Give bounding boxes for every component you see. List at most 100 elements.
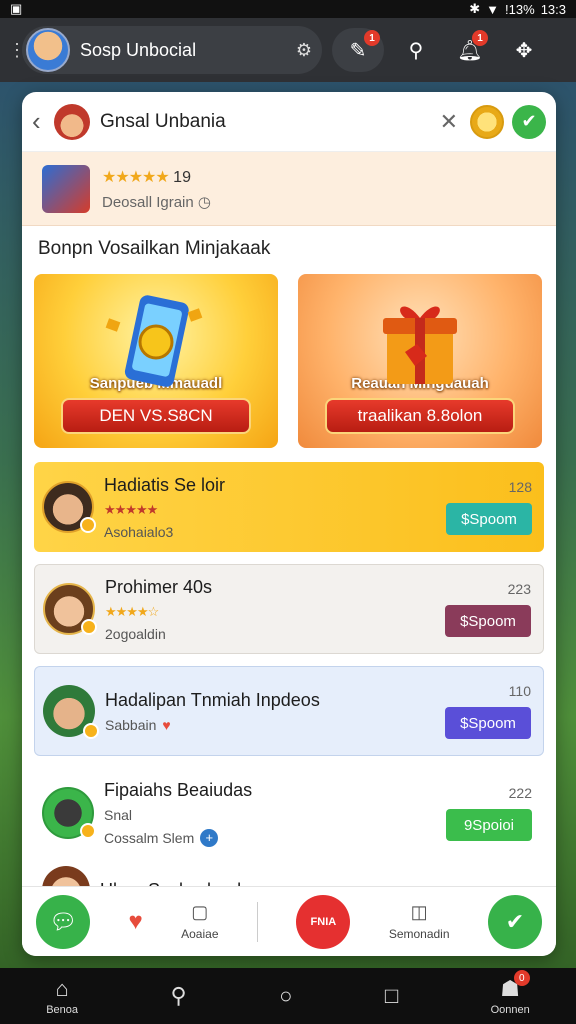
app-title: Sosp Unbocial: [80, 39, 197, 60]
clock-icon: ◷: [197, 193, 211, 211]
header-avatar: [54, 103, 90, 140]
offer-title: Hadiatis Se loir: [104, 474, 226, 495]
avatar: [43, 685, 99, 739]
chat-fab[interactable]: 💬︎: [36, 894, 90, 949]
offer-subtitle: Asohaialo3: [104, 524, 446, 540]
profile-label: Oonnen: [490, 1004, 530, 1016]
stars-icon: ★★★★★: [102, 168, 170, 186]
promo-cards: Sanpueb Mmauadl DEN VS.S8CN Reauah Mingu…: [22, 274, 556, 448]
offer-extra-text: Cossalm Slem: [104, 829, 195, 846]
game-thumbnail: [42, 164, 90, 213]
confirm-icon[interactable]: ✔: [512, 104, 546, 139]
right-action[interactable]: ◫ Semonadin: [389, 902, 450, 941]
settings-icon[interactable]: ⚙: [296, 40, 312, 61]
offer-subtitle: 2ogoaldin: [105, 626, 445, 642]
section-title: Bonpn Vosailkan Minjakaak: [38, 238, 271, 259]
badge-fab[interactable]: FNIA: [296, 894, 351, 949]
offer-number: 110: [508, 683, 531, 699]
offer-subtitle: Snal: [104, 806, 133, 823]
game-rating: ★★★★★ 19: [102, 167, 211, 187]
nav-search[interactable]: ⚲: [170, 983, 186, 1009]
offer-subtitle: Sabbain ♥: [105, 717, 445, 733]
more-button[interactable]: ✥: [502, 28, 546, 72]
offer-title: Prohimer 40s: [105, 576, 213, 597]
coin-icon: [80, 517, 96, 533]
coin-icon: [81, 619, 97, 635]
home-label: Benoa: [46, 1004, 79, 1016]
promo-button[interactable]: DEN VS.S8CN: [61, 398, 251, 434]
offer-button[interactable]: $Spoom: [445, 707, 531, 739]
search-button[interactable]: ⚲: [394, 28, 438, 72]
action-bar: 💬︎ ♥ ▢ Aoaiae FNIA ◫ Semonadin ✔: [22, 886, 556, 956]
offer-subtitle-text: 2ogoaldin: [105, 625, 166, 642]
avatar: [43, 583, 97, 635]
offer-sheet: ‹ Gnsal Unbania ✕ ✔ ★★★★★ 19 Deosall Igr…: [22, 92, 556, 956]
nav-profile[interactable]: ☗ 0 Oonnen: [490, 970, 530, 1016]
offer-title: Fipaiahs Beaiudas: [104, 779, 253, 800]
offer-button[interactable]: $Spoom: [446, 503, 532, 535]
heart-icon: ♥: [162, 716, 171, 733]
battery-text: !13%: [505, 1, 535, 17]
coin-icon[interactable]: [470, 104, 504, 139]
right-action-label: Semonadin: [388, 927, 450, 941]
home-circle-icon: ○: [279, 983, 293, 1008]
recents-icon: □: [384, 983, 399, 1008]
bell-badge: 1: [472, 30, 488, 46]
chat-button[interactable]: ✎ 1: [332, 28, 384, 72]
sheet-header: ‹ Gnsal Unbania ✕ ✔: [22, 92, 556, 152]
stars-icon: ★★★★★: [104, 501, 158, 517]
game-subtitle-text: Deosall Igrain: [102, 193, 194, 211]
rating-value: 19: [173, 168, 191, 186]
avatar[interactable]: [26, 28, 70, 72]
coin-icon: [80, 823, 96, 839]
offer-button[interactable]: $Spoom: [445, 605, 531, 637]
confirm-fab[interactable]: ✔: [487, 894, 542, 949]
notifications-button[interactable]: 🔔︎ 1: [448, 28, 492, 72]
more-icon: ✥: [515, 39, 533, 62]
offer-row[interactable]: Hadiatis Se loir ★★★★★ Asohaialo3 128 $S…: [34, 462, 544, 552]
offer-number: 128: [508, 479, 532, 495]
offer-title: Hadalipan Tnmiah Inpdeos: [105, 689, 320, 710]
offer-number: 223: [507, 581, 531, 597]
nav-square[interactable]: □: [385, 983, 398, 1009]
avatar: [42, 481, 96, 533]
offer-extra: Cossalm Slem +: [104, 828, 446, 847]
left-action[interactable]: ▢ Aoaiae: [181, 902, 218, 941]
badge-text: FNIA: [310, 915, 337, 928]
promo-button[interactable]: traalikan 8.8olon: [325, 398, 515, 434]
game-row[interactable]: ★★★★★ 19 Deosall Igrain ◷: [22, 152, 556, 226]
gift-box-icon: [383, 306, 457, 384]
home-icon: ⌂: [55, 976, 69, 1001]
offer-subtitle-text: Sabbain: [105, 716, 157, 733]
avatar: [42, 787, 96, 839]
clock: 13:3: [540, 1, 566, 17]
app-bar: ⋮ Sosp Unbocial ⚙ ✎ 1 ⚲ 🔔︎ 1 ✥: [0, 18, 576, 82]
game-subtitle: Deosall Igrain ◷: [102, 193, 211, 211]
nav-circle[interactable]: ○: [279, 983, 292, 1009]
phone-art-icon: [105, 295, 203, 387]
hearts-icon[interactable]: ♥: [128, 908, 142, 936]
offer-number: 222: [508, 785, 532, 801]
back-icon[interactable]: ‹: [32, 106, 50, 137]
plus-icon: +: [200, 828, 219, 847]
app-pill[interactable]: Sosp Unbocial ⚙: [22, 26, 322, 74]
offer-row[interactable]: Fipaiahs Beaiudas Snal Cossalm Slem + 22…: [34, 768, 544, 858]
search-icon: ⚲: [408, 39, 424, 62]
promo-card-phone[interactable]: Sanpueb Mmauadl DEN VS.S8CN: [34, 274, 278, 448]
close-icon[interactable]: ✕: [440, 109, 458, 135]
divider: [256, 901, 258, 942]
status-bar: ▣ ✱ ▼ !13% 13:3: [0, 0, 576, 18]
sheet-title: Gnsal Unbania: [100, 110, 226, 132]
side-menu-icon[interactable]: ⋮: [8, 40, 26, 61]
search-icon: ⚲: [170, 983, 187, 1008]
offer-row[interactable]: Hadalipan Tnmiah Inpdeos Sabbain ♥ 110 $…: [34, 666, 544, 756]
chat-bubble-icon: 💬︎: [49, 908, 77, 934]
left-action-label: Aoaiae: [181, 927, 219, 941]
camera-icon: ◫: [410, 902, 428, 922]
nav-badge: 0: [513, 970, 530, 986]
promo-card-gift[interactable]: Reauah Minguauah traalikan 8.8olon: [298, 274, 542, 448]
nav-home[interactable]: ⌂ Benoa: [46, 976, 78, 1016]
offer-row[interactable]: Prohimer 40s ★★★★☆ 2ogoaldin 223 $Spoom: [34, 564, 544, 654]
offer-button[interactable]: 9Spoioi: [446, 809, 532, 841]
wifi-icon: ▼: [486, 1, 500, 17]
